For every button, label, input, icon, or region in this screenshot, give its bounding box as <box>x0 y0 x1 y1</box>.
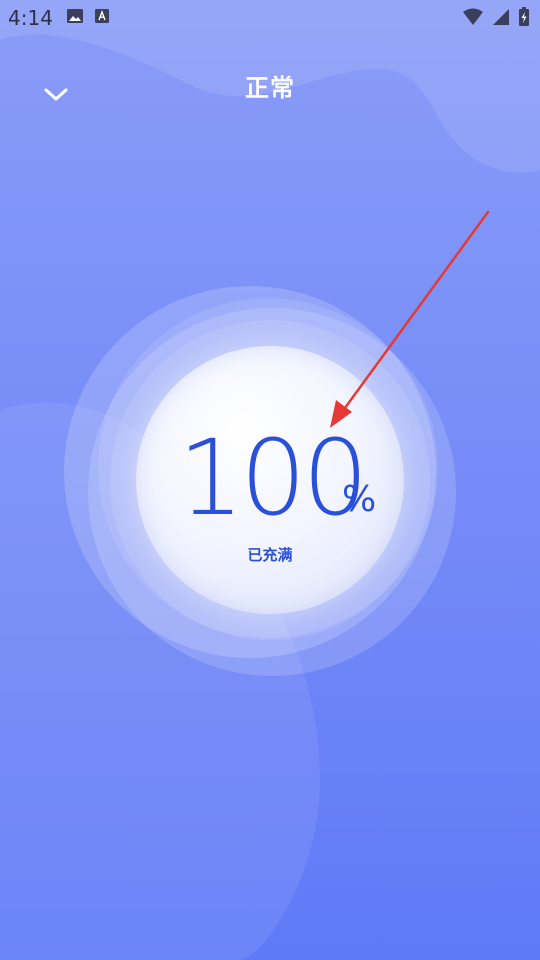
signal-icon <box>493 9 509 25</box>
status-right-icons <box>462 7 530 27</box>
battery-percent-unit: % <box>342 479 377 520</box>
wifi-icon <box>463 8 483 25</box>
charge-status-label: 已充满 <box>247 546 293 564</box>
status-left-icons <box>66 8 110 24</box>
status-bar: 4:14 <box>0 0 540 36</box>
page-title: 正常 <box>245 74 295 102</box>
battery-percent-value: 100 <box>178 417 369 539</box>
status-time: 4:14 <box>8 6 53 30</box>
a-text-icon <box>95 9 109 23</box>
battery-charging-icon <box>519 7 529 26</box>
image-icon <box>67 9 83 23</box>
header: 正常 <box>0 58 540 118</box>
